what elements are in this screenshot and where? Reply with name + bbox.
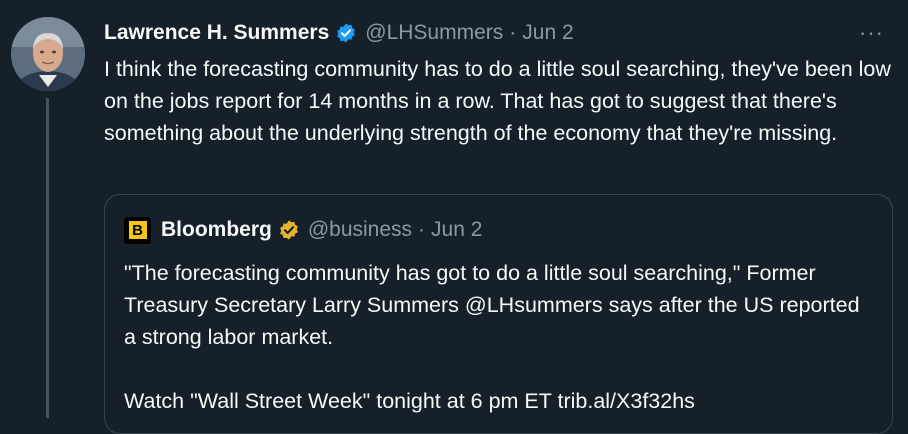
- quoted-author-handle[interactable]: @business: [308, 218, 412, 242]
- quoted-separator-dot: ·: [418, 218, 426, 241]
- quoted-paragraph-2: Watch "Wall Street Week" tonight at 6 pm…: [124, 389, 695, 413]
- author-avatar[interactable]: [11, 17, 85, 91]
- quoted-tweet-text: "The forecasting community has got to do…: [124, 257, 874, 417]
- avatar-portrait-icon: [11, 17, 85, 91]
- quoted-tweet-date[interactable]: Jun 2: [431, 218, 482, 242]
- tweet-text: I think the forecasting community has to…: [104, 57, 891, 145]
- bloomberg-logo-icon[interactable]: B: [124, 216, 151, 244]
- author-name[interactable]: Lawrence H. Summers: [104, 21, 329, 45]
- gold-verified-badge-icon[interactable]: [278, 219, 300, 241]
- quoted-paragraph-1: "The forecasting community has got to do…: [124, 261, 860, 349]
- tweet-header: Lawrence H. Summers @LHSummers · Jun 2 ·…: [104, 18, 888, 48]
- more-options-icon[interactable]: ···: [859, 20, 884, 46]
- quoted-tweet-card[interactable]: B Bloomberg @business · Jun 2 "The forec…: [104, 194, 893, 434]
- quoted-author-name[interactable]: Bloomberg: [161, 218, 272, 242]
- quoted-tweet-header: B Bloomberg @business · Jun 2: [124, 213, 482, 247]
- blue-verified-badge-icon[interactable]: [335, 22, 357, 44]
- thread-connector-line: [46, 98, 49, 418]
- tweet-date[interactable]: Jun 2: [522, 21, 573, 45]
- separator-dot: ·: [509, 21, 517, 44]
- logo-letter: B: [128, 221, 147, 239]
- author-handle[interactable]: @LHSummers: [365, 21, 503, 45]
